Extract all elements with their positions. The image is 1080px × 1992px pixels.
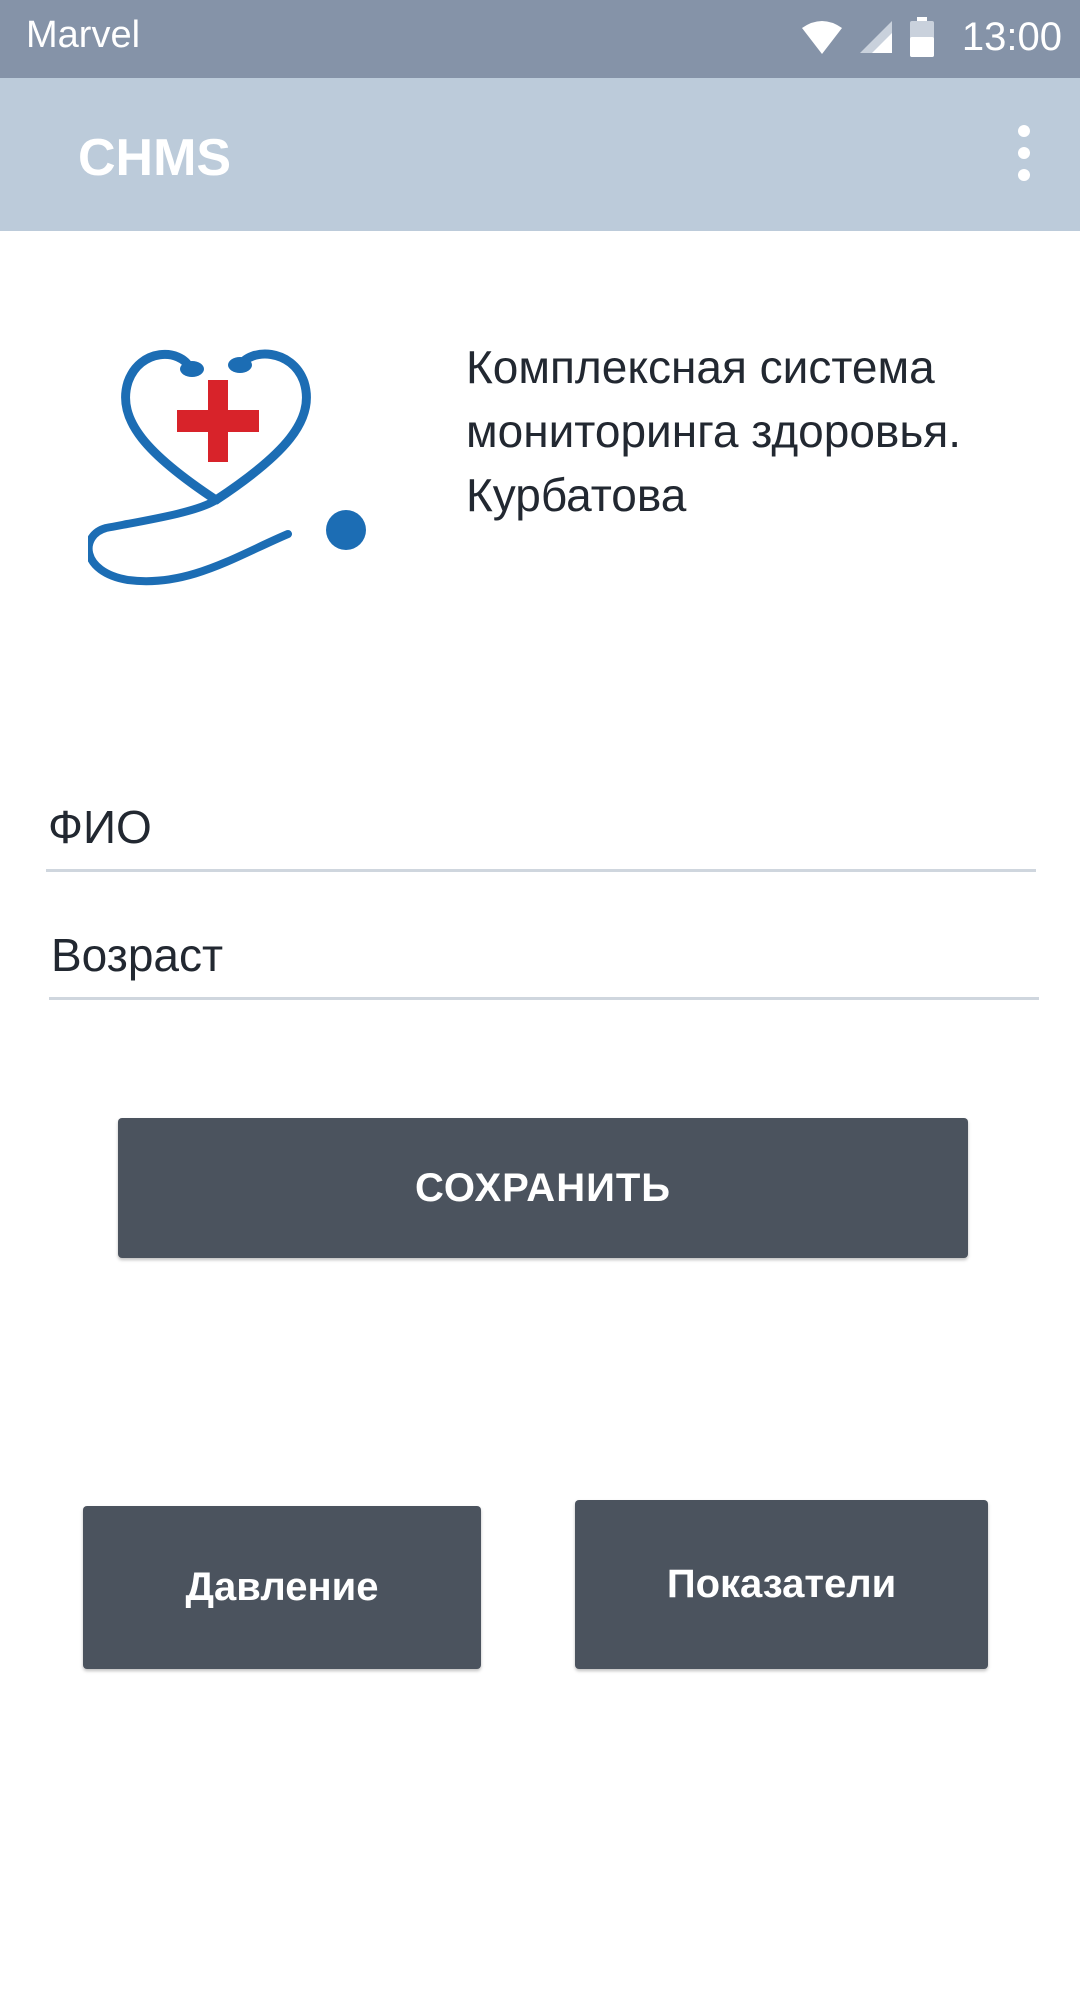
age-field[interactable]: Возраст [49, 890, 1039, 1000]
clock: 13:00 [961, 14, 1062, 59]
save-button[interactable]: СОХРАНИТЬ [118, 1118, 968, 1258]
heart-stethoscope-logo [84, 340, 378, 600]
battery-icon [909, 17, 934, 57]
metrics-button[interactable]: Показатели [575, 1500, 988, 1669]
app-title: CHMS [78, 129, 232, 187]
age-placeholder: Возраст [51, 929, 224, 981]
fio-underline [46, 869, 1036, 872]
app-description: Комплексная система мониторинга здоровья… [466, 341, 962, 521]
carrier-name: Marvel [26, 14, 141, 56]
cellular-signal-icon [859, 21, 892, 53]
fio-placeholder: ФИО [48, 801, 152, 853]
status-bar: Marvel 13:00 [0, 0, 1080, 78]
wifi-icon [801, 20, 842, 54]
status-icons: 13:00 [801, 12, 1062, 62]
more-vert-icon[interactable] [998, 118, 1050, 188]
pressure-button[interactable]: Давление [83, 1506, 481, 1669]
fio-field[interactable]: ФИО [46, 762, 1036, 872]
age-underline [49, 997, 1039, 1000]
app-bar: CHMS [0, 78, 1080, 231]
